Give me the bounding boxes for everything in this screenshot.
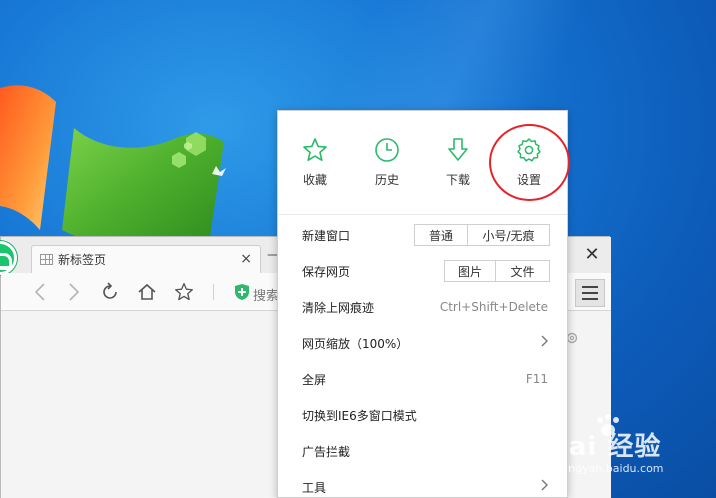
toolbar-divider — [213, 284, 214, 300]
bookmark-star-icon[interactable] — [173, 281, 195, 303]
refresh-icon[interactable] — [99, 281, 121, 303]
clear-traces-shortcut: Ctrl+Shift+Delete — [439, 300, 548, 314]
download-icon — [448, 138, 468, 161]
home-icon[interactable] — [136, 281, 158, 303]
clear-traces-label: 清除上网痕迹 — [302, 300, 375, 315]
clock-icon — [375, 138, 399, 162]
menu-item-tools[interactable]: 工具 — [278, 469, 567, 498]
window-close-button[interactable]: ✕ — [580, 242, 604, 266]
star-icon — [303, 138, 327, 161]
downloads-button[interactable]: 下载 — [431, 137, 485, 188]
ie6-mode-label: 切换到IE6多窗口模式 — [302, 408, 417, 423]
new-window-buttons: 普通 小号/无痕 — [414, 224, 550, 246]
quick-actions-row: 收藏 历史 下载 设置 — [278, 111, 570, 215]
tab-close-button[interactable]: × — [240, 251, 252, 267]
favorites-label: 收藏 — [302, 173, 327, 187]
grid-icon — [40, 254, 53, 265]
normal-window-button[interactable]: 普通 — [414, 224, 468, 246]
highlight-circle-annotation — [489, 124, 570, 201]
downloads-label: 下载 — [445, 173, 470, 187]
menu-item-ie6-mode[interactable]: 切换到IE6多窗口模式 — [278, 397, 567, 433]
main-menu-dropdown: 收藏 历史 下载 设置 新建窗口 普通 小号/无痕 保存网页 图片 文件 清除上… — [277, 110, 570, 498]
fullscreen-label: 全屏 — [302, 372, 327, 387]
watermark-url: jingyan.baidu.com — [562, 462, 664, 475]
browser-logo-icon[interactable] — [0, 241, 17, 275]
tools-label: 工具 — [302, 480, 327, 495]
menu-item-save-page: 保存网页 图片 文件 — [278, 253, 567, 289]
save-as-file-button[interactable]: 文件 — [496, 260, 550, 282]
menu-item-new-window: 新建窗口 普通 小号/无痕 — [278, 217, 567, 253]
search-label[interactable]: 搜索 — [253, 285, 279, 304]
save-as-image-button[interactable]: 图片 — [444, 260, 496, 282]
menu-item-zoom[interactable]: 网页缩放（100%） — [278, 325, 567, 361]
fullscreen-shortcut: F11 — [525, 372, 548, 386]
shield-plus-icon — [231, 281, 253, 303]
private-window-button[interactable]: 小号/无痕 — [468, 224, 550, 246]
menu-item-fullscreen[interactable]: 全屏 F11 — [278, 361, 567, 397]
back-icon[interactable] — [29, 281, 51, 303]
menu-item-clear-traces[interactable]: 清除上网痕迹 Ctrl+Shift+Delete — [278, 289, 567, 325]
zoom-label: 网页缩放（100%） — [302, 336, 409, 351]
watermark-title: Bai 经验 — [548, 432, 662, 462]
tab-title: 新标签页 — [58, 253, 107, 267]
history-button[interactable]: 历史 — [360, 137, 414, 188]
baidu-jingyan-watermark: Bai 经验 jingyan.baidu.com — [548, 410, 716, 498]
favorites-button[interactable]: 收藏 — [288, 137, 342, 188]
chevron-right-icon — [541, 335, 549, 351]
history-label: 历史 — [374, 173, 399, 187]
save-page-buttons: 图片 文件 — [444, 260, 550, 282]
main-menu-button[interactable] — [575, 279, 605, 307]
new-window-label: 新建窗口 — [302, 228, 351, 243]
windows-logo — [0, 85, 226, 250]
menu-item-adblock[interactable]: 广告拦截 — [278, 433, 567, 469]
tab-new-tab[interactable]: 新标签页 × — [31, 245, 261, 273]
adblock-label: 广告拦截 — [302, 444, 351, 459]
save-page-label: 保存网页 — [302, 264, 351, 279]
forward-icon[interactable] — [63, 281, 85, 303]
